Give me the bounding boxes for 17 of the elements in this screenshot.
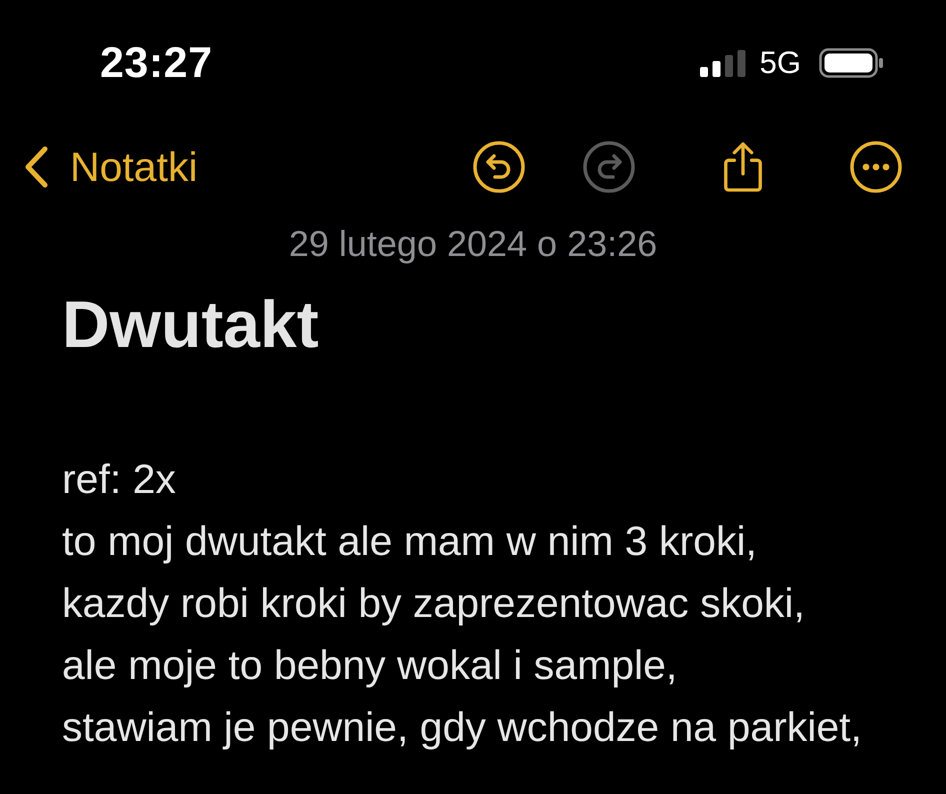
more-button[interactable] <box>850 141 902 193</box>
undo-button[interactable] <box>473 141 525 193</box>
back-button[interactable]: Notatki <box>22 144 198 190</box>
battery-icon <box>819 48 883 78</box>
signal-icon <box>700 50 746 76</box>
note-date: 29 lutego 2024 o 23:26 <box>288 222 658 266</box>
more-icon <box>850 141 902 193</box>
note-text-line: stawiam je pewnie, gdy wchodze na parkiet, <box>62 703 862 752</box>
redo-icon <box>583 141 635 193</box>
note-text-line: to moj dwutakt ale mam w nim 3 kroki, <box>62 517 757 566</box>
note-title: Dwutakt <box>62 286 319 362</box>
network-label: 5G <box>760 45 801 81</box>
undo-icon <box>473 141 525 193</box>
note-text-line: ref: 2x <box>62 455 176 504</box>
note-text-line: kazdy robi kroki by zaprezentowac skoki, <box>62 579 805 628</box>
note-text-line: ale moje to bebny wokal i sample, <box>62 641 678 690</box>
status-time: 23:27 <box>100 38 212 88</box>
